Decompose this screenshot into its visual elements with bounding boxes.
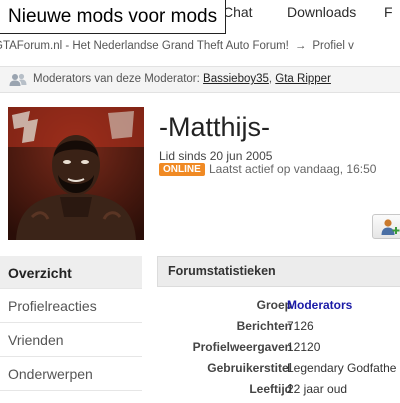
- stat-row-group: Groep Moderators: [157, 298, 400, 319]
- stat-row-posts: Berichten 7126: [157, 319, 400, 340]
- forum-stats-table: Groep Moderators Berichten 7126 Profielw…: [157, 298, 400, 403]
- profile-username: -Matthijs-: [159, 112, 271, 142]
- add-friend-button[interactable]: [372, 214, 400, 239]
- moderator-link-2[interactable]: Gta Ripper: [275, 73, 331, 85]
- stat-value: Legendary Godfathe: [287, 361, 397, 375]
- caption-title: Nieuwe mods voor mods: [0, 0, 227, 34]
- moderators-bar: Moderators van deze Moderator: Bassieboy…: [0, 66, 400, 93]
- stat-label: Berichten: [236, 319, 292, 333]
- stat-value: 7126: [287, 319, 314, 333]
- moderators-label: Moderators van deze Moderator:: [33, 73, 200, 85]
- add-friend-icon: [381, 219, 400, 235]
- nav-downloads[interactable]: Downloads: [287, 4, 356, 20]
- stat-value-group-link[interactable]: Moderators: [287, 298, 352, 312]
- stat-label: Gebruikerstitel: [207, 361, 292, 375]
- online-status-badge: ONLINE: [159, 163, 205, 176]
- last-active: Laatst actief op vandaag, 16:50: [209, 162, 377, 176]
- breadcrumb-current[interactable]: Profiel v: [312, 40, 354, 52]
- avatar-photo: [8, 107, 144, 240]
- sidebar-item-label: Onderwerpen: [8, 366, 93, 382]
- stat-label: Profielweergaven: [192, 340, 292, 354]
- sidebar-item-label: Vrienden: [8, 332, 64, 348]
- nav-item-partial[interactable]: F: [384, 4, 393, 20]
- breadcrumb-separator: →: [294, 40, 307, 52]
- stat-value: 22 jaar oud: [287, 382, 348, 396]
- user-avatar[interactable]: [8, 107, 144, 240]
- sidebar-item-label: Profielreacties: [8, 298, 97, 314]
- caption-title-text: Nieuwe mods voor mods: [8, 5, 218, 27]
- breadcrumb: GTAForum.nl - Het Nederlandse Grand Thef…: [0, 40, 400, 62]
- moderator-link-1[interactable]: Bassieboy35: [203, 73, 269, 85]
- stat-label: Leeftijd: [249, 382, 292, 396]
- nav-chat[interactable]: Chat: [223, 4, 253, 20]
- stat-row-user-title: Gebruikerstitel Legendary Godfathe: [157, 361, 400, 382]
- sidebar-item-onderwerpen[interactable]: Onderwerpen: [0, 357, 142, 391]
- member-since: Lid sinds 20 jun 2005: [159, 149, 273, 163]
- forum-stats-header: Forumstatistieken: [157, 256, 400, 287]
- sidebar-item-label: Overzicht: [8, 265, 72, 281]
- sidebar-item-overzicht[interactable]: Overzicht: [0, 256, 142, 289]
- stat-row-profile-views: Profielweergaven 12120: [157, 340, 400, 361]
- stat-value: 12120: [287, 340, 321, 354]
- sidebar-item-vrienden[interactable]: Vrienden: [0, 323, 142, 357]
- moderators-text: Moderators van deze Moderator: Bassieboy…: [33, 73, 331, 85]
- breadcrumb-forum-link[interactable]: GTAForum.nl - Het Nederlandse Grand Thef…: [0, 40, 289, 52]
- profile-sidebar: Overzicht Profielreacties Vrienden Onder…: [0, 256, 142, 391]
- sidebar-item-profielreacties[interactable]: Profielreacties: [0, 289, 142, 323]
- people-icon: [9, 73, 27, 86]
